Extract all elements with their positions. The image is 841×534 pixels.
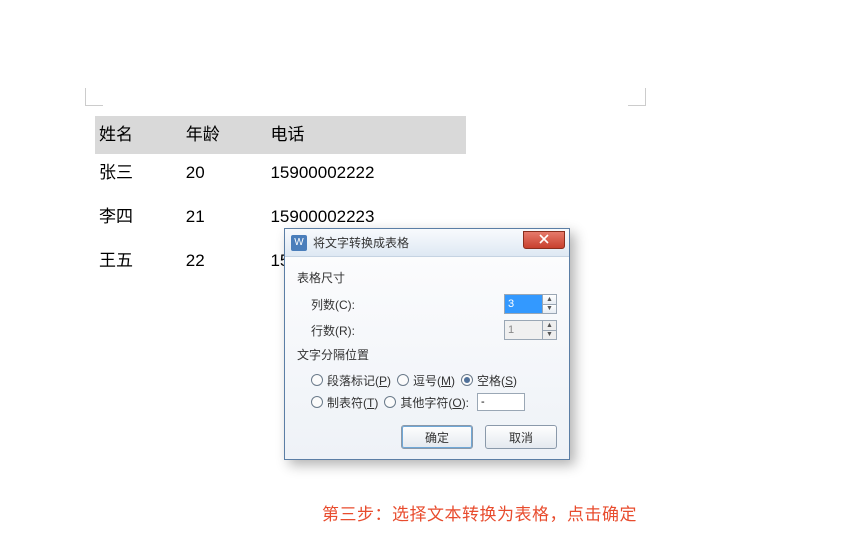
radio-label: 逗号(M) — [413, 372, 455, 389]
rows-label: 行数(R): — [311, 322, 504, 339]
chevron-up-icon: ▲ — [546, 322, 553, 329]
table-row: 张三 20 15900002222 — [95, 154, 466, 198]
page-corner-right — [628, 88, 646, 106]
header-name: 姓名 — [95, 116, 177, 154]
ok-button[interactable]: 确定 — [401, 425, 473, 449]
radio-icon — [397, 374, 409, 386]
radio-tab[interactable]: 制表符(T) — [311, 394, 378, 411]
group-table-size: 表格尺寸 — [297, 269, 557, 286]
page-corner-left — [85, 88, 103, 106]
radio-icon — [384, 396, 396, 408]
group-separator: 文字分隔位置 — [297, 346, 557, 363]
radio-icon — [311, 374, 323, 386]
chevron-up-icon: ▲ — [546, 296, 553, 303]
cell-name: 李四 — [95, 198, 177, 236]
convert-text-to-table-dialog: W 将文字转换成表格 表格尺寸 列数(C): ▲ ▼ 行数(R): — [284, 228, 570, 460]
dialog-titlebar[interactable]: W 将文字转换成表格 — [285, 229, 569, 257]
other-char-input[interactable] — [477, 393, 525, 411]
header-phone: 电话 — [266, 116, 466, 154]
dialog-title: 将文字转换成表格 — [313, 234, 523, 251]
radio-label: 其他字符(O): — [400, 394, 469, 411]
radio-label: 制表符(T) — [327, 394, 378, 411]
cell-phone: 15900002222 — [266, 154, 466, 192]
table-header-row: 姓名 年龄 电话 — [95, 116, 466, 154]
cell-age: 22 — [182, 242, 262, 280]
rows-up: ▲ — [543, 321, 556, 330]
radio-other[interactable]: 其他字符(O): — [384, 394, 469, 411]
cell-name: 王五 — [95, 242, 177, 280]
app-icon: W — [291, 235, 307, 251]
radio-icon — [311, 396, 323, 408]
columns-input[interactable] — [504, 294, 542, 314]
chevron-down-icon: ▼ — [546, 331, 553, 338]
columns-down[interactable]: ▼ — [543, 304, 556, 314]
field-columns: 列数(C): ▲ ▼ — [311, 292, 557, 316]
radio-label: 空格(S) — [477, 372, 517, 389]
rows-input — [504, 320, 542, 340]
cell-age: 20 — [182, 154, 262, 192]
radio-label: 段落标记(P) — [327, 372, 391, 389]
radio-space[interactable]: 空格(S) — [461, 372, 517, 389]
chevron-down-icon: ▼ — [546, 305, 553, 312]
cell-name: 张三 — [95, 154, 177, 192]
field-rows: 行数(R): ▲ ▼ — [311, 318, 557, 342]
close-icon — [539, 233, 549, 247]
cancel-button[interactable]: 取消 — [485, 425, 557, 449]
rows-spinner: ▲ ▼ — [504, 320, 557, 340]
rows-down: ▼ — [543, 330, 556, 340]
radio-comma[interactable]: 逗号(M) — [397, 372, 455, 389]
dialog-body: 表格尺寸 列数(C): ▲ ▼ 行数(R): ▲ ▼ 文字分隔位置 — [285, 257, 569, 459]
radio-icon — [461, 374, 473, 386]
instruction-caption: 第三步：选择文本转换为表格，点击确定 — [322, 500, 637, 525]
columns-spinner: ▲ ▼ — [504, 294, 557, 314]
columns-up[interactable]: ▲ — [543, 295, 556, 304]
cell-age: 21 — [182, 198, 262, 236]
radio-paragraph[interactable]: 段落标记(P) — [311, 372, 391, 389]
close-button[interactable] — [523, 231, 565, 249]
columns-label: 列数(C): — [311, 296, 504, 313]
header-age: 年龄 — [182, 116, 262, 154]
